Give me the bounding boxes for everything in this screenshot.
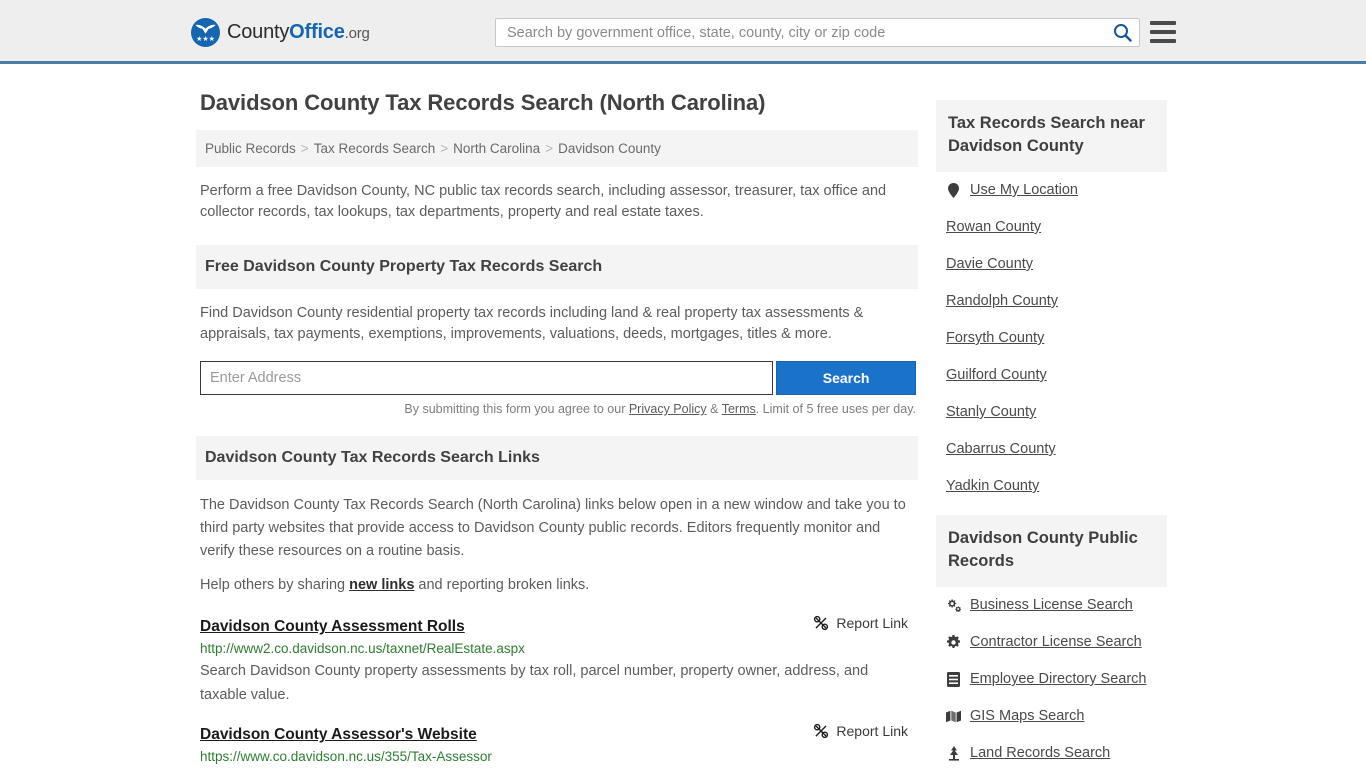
share-links-line: Help others by sharing new links and rep… <box>200 577 914 593</box>
sidebar-nearby-list: Use My Location Rowan County Davie Count… <box>936 182 1167 494</box>
sidebar-item-contractor-license-search[interactable]: Contractor License Search <box>946 634 1167 650</box>
sidebar-item-forsyth-county[interactable]: Forsyth County <box>946 330 1167 346</box>
sidebar: Tax Records Search near Davidson County … <box>936 64 1167 768</box>
result-header: Davidson County Assessor's Website Repor… <box>200 723 914 744</box>
links-section-heading: Davidson County Tax Records Search Links <box>196 436 918 480</box>
sidebar-link-rowan-county[interactable]: Rowan County <box>946 219 1041 235</box>
sidebar-link-cabarrus-county[interactable]: Cabarrus County <box>946 441 1056 457</box>
sidebar-item-stanly-county[interactable]: Stanly County <box>946 404 1167 420</box>
broken-chain-icon <box>814 723 829 739</box>
sidebar-item-davie-county[interactable]: Davie County <box>946 256 1167 272</box>
global-search-box[interactable] <box>495 18 1140 47</box>
sidebar-item-cabarrus-county[interactable]: Cabarrus County <box>946 441 1167 457</box>
stars-icon: ★★★ <box>196 36 215 43</box>
cog-icon <box>946 634 961 650</box>
sidebar-link-guilford-county[interactable]: Guilford County <box>946 367 1047 383</box>
sidebar-item-business-license-search[interactable]: Business License Search <box>946 597 1167 613</box>
address-input[interactable] <box>200 361 774 395</box>
result-description: Search Davidson County property assessme… <box>200 663 869 703</box>
search-button[interactable]: Search <box>776 361 916 395</box>
sidebar-link-business-license-search[interactable]: Business License Search <box>970 597 1133 613</box>
breadcrumb-item-0[interactable]: Public Records <box>205 141 296 156</box>
breadcrumb: Public Records > Tax Records Search > North … <box>196 130 918 167</box>
id-card-icon <box>946 671 961 687</box>
result-title-link[interactable]: Davidson County Assessment Rolls <box>200 618 465 636</box>
sidebar-link-davie-county[interactable]: Davie County <box>946 256 1033 272</box>
form-disclaimer: By submitting this form you agree to our… <box>196 402 916 416</box>
terms-link[interactable]: Terms <box>722 402 756 416</box>
disclaimer-post: . Limit of 5 free uses per day. <box>755 402 916 416</box>
report-link-label: Report Link <box>836 723 908 739</box>
logo-text-office: Office <box>289 21 345 43</box>
eagle-icon <box>195 24 216 34</box>
main-content: Davidson County Tax Records Search (Nort… <box>196 64 918 768</box>
links-section-paragraph: The Davidson County Tax Records Search (… <box>200 497 906 559</box>
logo-text-county: County <box>227 21 290 43</box>
report-link-button[interactable]: Report Link <box>813 615 914 631</box>
privacy-policy-link[interactable]: Privacy Policy <box>629 402 707 416</box>
map-icon <box>946 710 961 723</box>
report-link-label: Report Link <box>836 615 908 631</box>
search-icon[interactable] <box>1105 23 1139 42</box>
sidebar-item-employee-directory-search[interactable]: Employee Directory Search <box>946 671 1167 687</box>
property-search-form: Search <box>200 361 916 395</box>
sidebar-link-land-records-search[interactable]: Land Records Search <box>970 745 1110 761</box>
land-icon <box>946 745 961 761</box>
result-url: https://www.co.davidson.nc.us/355/Tax-As… <box>200 749 492 764</box>
disclaimer-pre: By submitting this form you agree to our <box>404 402 629 416</box>
page-title: Davidson County Tax Records Search (Nort… <box>200 90 766 115</box>
page-body: Davidson County Tax Records Search (Nort… <box>0 64 1366 768</box>
disclaimer-amp: & <box>706 402 722 416</box>
report-link-button[interactable]: Report Link <box>813 723 914 739</box>
page-intro-text: Perform a free Davidson County, NC publi… <box>200 183 887 220</box>
sidebar-link-stanly-county[interactable]: Stanly County <box>946 404 1036 420</box>
cogs-icon <box>946 598 961 612</box>
sidebar-item-randolph-county[interactable]: Randolph County <box>946 293 1167 309</box>
sidebar-item-use-my-location[interactable]: Use My Location <box>946 182 1167 198</box>
sidebar-item-gis-maps-search[interactable]: GIS Maps Search <box>946 708 1167 724</box>
site-header: ★★★ CountyOffice.org <box>0 0 1366 64</box>
breadcrumb-separator: > <box>300 141 309 156</box>
site-logo[interactable]: ★★★ CountyOffice.org <box>191 18 370 47</box>
hamburger-menu-icon[interactable] <box>1150 21 1176 43</box>
sidebar-item-rowan-county[interactable]: Rowan County <box>946 219 1167 235</box>
sidebar-nearby-heading: Tax Records Search near Davidson County <box>936 100 1167 172</box>
sidebar-link-use-my-location[interactable]: Use My Location <box>970 182 1078 198</box>
sidebar-item-guilford-county[interactable]: Guilford County <box>946 367 1167 383</box>
sidebar-link-employee-directory-search[interactable]: Employee Directory Search <box>970 671 1147 687</box>
property-search-blurb: Find Davidson County residential propert… <box>200 305 864 342</box>
sidebar-public-records-heading: Davidson County Public Records <box>936 515 1167 587</box>
global-search-input[interactable] <box>496 24 1105 41</box>
sidebar-item-land-records-search[interactable]: Land Records Search <box>946 745 1167 761</box>
breadcrumb-item-2[interactable]: North Carolina <box>453 141 540 156</box>
map-pin-icon <box>946 182 961 198</box>
county-office-logo-icon: ★★★ <box>191 18 220 47</box>
share-pre: Help others by sharing <box>200 577 350 593</box>
property-search-heading: Free Davidson County Property Tax Record… <box>196 245 918 289</box>
sidebar-link-contractor-license-search[interactable]: Contractor License Search <box>970 634 1142 650</box>
sidebar-item-yadkin-county[interactable]: Yadkin County <box>946 478 1167 494</box>
sidebar-link-yadkin-county[interactable]: Yadkin County <box>946 478 1039 494</box>
result-item: Davidson County Assessment Rolls Report … <box>200 615 914 707</box>
sidebar-link-forsyth-county[interactable]: Forsyth County <box>946 330 1044 346</box>
logo-wordmark: CountyOffice.org <box>227 21 370 44</box>
breadcrumb-item-3[interactable]: Davidson County <box>558 141 661 156</box>
share-post: and reporting broken links. <box>414 577 590 593</box>
result-url: http://www2.co.davidson.nc.us/taxnet/Rea… <box>200 641 525 656</box>
new-links-link[interactable]: new links <box>349 577 414 593</box>
result-header: Davidson County Assessment Rolls Report … <box>200 615 914 636</box>
breadcrumb-separator: > <box>545 141 554 156</box>
sidebar-public-records-list: Business License Search Contractor Licen… <box>936 597 1167 761</box>
sidebar-link-randolph-county[interactable]: Randolph County <box>946 293 1058 309</box>
logo-text-org: .org <box>344 25 370 42</box>
result-item: Davidson County Assessor's Website Repor… <box>200 723 914 768</box>
sidebar-link-gis-maps-search[interactable]: GIS Maps Search <box>970 708 1084 724</box>
result-title-link[interactable]: Davidson County Assessor's Website <box>200 726 477 744</box>
breadcrumb-item-1[interactable]: Tax Records Search <box>314 141 436 156</box>
broken-chain-icon <box>814 615 829 631</box>
breadcrumb-separator: > <box>440 141 449 156</box>
